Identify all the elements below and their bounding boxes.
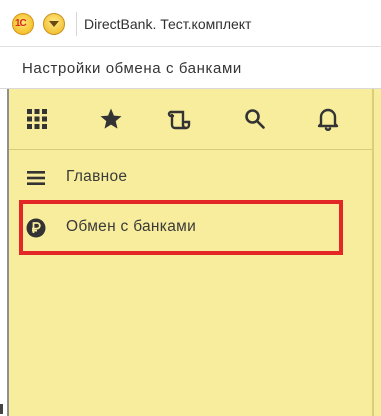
sections-panel: Главное Обмен с банками bbox=[7, 89, 381, 416]
bell-icon[interactable] bbox=[314, 105, 342, 133]
panel-divider bbox=[372, 89, 374, 416]
text-cursor bbox=[0, 404, 3, 414]
search-icon[interactable] bbox=[241, 105, 269, 133]
apps-grid-icon[interactable] bbox=[23, 105, 51, 133]
main-menu-icon[interactable] bbox=[43, 13, 65, 35]
panel-toolbar bbox=[9, 89, 372, 150]
form-header: Настройки обмена с банками bbox=[0, 47, 381, 89]
1c-logo-icon: 1С bbox=[12, 13, 34, 35]
history-icon[interactable] bbox=[165, 105, 193, 133]
menu-lines-icon bbox=[25, 167, 47, 189]
selection-highlight bbox=[19, 200, 343, 255]
form-title: Настройки обмена с банками bbox=[22, 60, 242, 77]
sidebar-item-main[interactable]: Главное bbox=[9, 156, 372, 200]
window-title: DirectBank. Тест.комплект bbox=[84, 16, 252, 32]
titlebar-separator bbox=[76, 12, 77, 36]
sidebar-item-label: Главное bbox=[66, 168, 128, 185]
star-icon[interactable] bbox=[97, 105, 125, 133]
window-titlebar: 1С DirectBank. Тест.комплект bbox=[0, 0, 381, 47]
